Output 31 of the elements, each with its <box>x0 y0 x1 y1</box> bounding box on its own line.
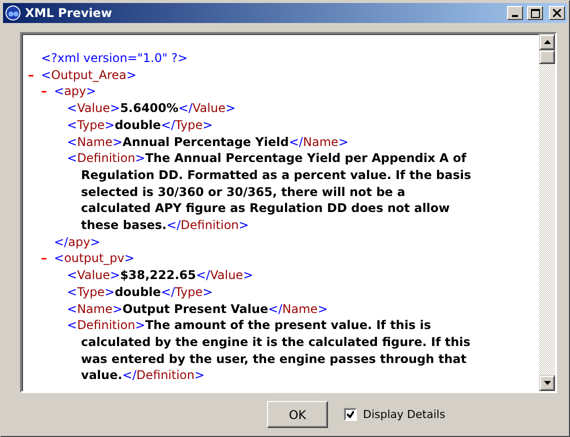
xml-element-line: <Name>Annual Percentage Yield</Name> <box>67 134 350 150</box>
collapse-toggle[interactable]: – <box>41 83 54 100</box>
close-button[interactable] <box>549 6 565 20</box>
scroll-down-icon[interactable] <box>539 375 555 391</box>
xml-tag: <output_pv> <box>54 250 134 268</box>
close-icon <box>553 9 561 17</box>
maximize-icon <box>530 8 540 18</box>
collapse-toggle[interactable]: – <box>41 250 54 268</box>
xml-declaration: <?xml version="1.0" ?> <box>41 50 188 67</box>
scroll-bar[interactable] <box>539 34 555 391</box>
check-icon <box>347 411 354 418</box>
ok-button[interactable]: OK <box>267 401 328 428</box>
minimize-button[interactable] <box>507 6 523 20</box>
display-details-label: Display Details <box>363 408 446 421</box>
scroll-thumb[interactable] <box>539 50 555 64</box>
xml-element-line: <Value>$38,222.65</Value> <box>67 267 254 284</box>
xml-element-line: <Type>double</Type> <box>67 284 214 301</box>
collapse-toggle[interactable]: – <box>28 66 41 84</box>
app-icon <box>5 5 21 21</box>
xml-element-line: <Definition>The amount of the present value. If this is calculated by the engine it is the calculated figure. If this was entered by the user, the engine passes through that value.</Definition> <box>67 317 472 384</box>
xml-element-line: <Value>5.6400%</Value> <box>67 100 237 117</box>
window-title: XML Preview <box>25 6 114 20</box>
maximize-button[interactable] <box>527 6 543 20</box>
xml-element-line: <Name>Output Present Value</Name> <box>67 300 329 318</box>
display-details-checkbox[interactable] <box>344 408 357 421</box>
xml-element-line: <Definition>The Annual Percentage Yield per Appendix A of Regulation DD. Formatted as a percent value. If the basis selected is 30/360 or 30/365, there will not be a calculated APY figure as Regulation DD does not allow these bases.</Definition> <box>67 150 472 234</box>
xml-element-line: <Type>double</Type> <box>67 116 214 134</box>
xml-tag: </apy> <box>54 234 100 250</box>
xml-tag: <Output_Area> <box>41 66 136 84</box>
scroll-up-icon[interactable] <box>539 34 555 50</box>
xml-tag: <apy> <box>54 83 96 100</box>
